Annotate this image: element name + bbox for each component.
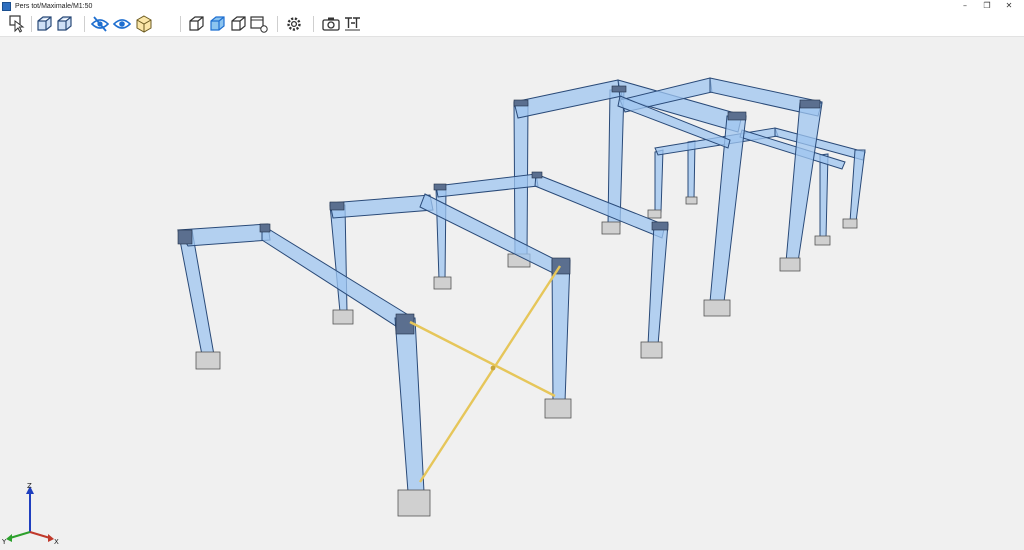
view-export-button[interactable] (249, 14, 269, 34)
toolbar-separator (84, 16, 85, 32)
select-view-button[interactable] (7, 14, 27, 34)
camera-button[interactable] (321, 14, 341, 34)
cube-wireframe-alt-icon (57, 16, 72, 31)
3d-viewport[interactable]: .mem { fill:#9fc6f0; fill-opacity:0.75; … (0, 37, 1024, 550)
toolbar-separator (277, 16, 278, 32)
text-tool-button[interactable] (343, 14, 363, 34)
app-icon (2, 1, 11, 11)
toolbar (0, 12, 1024, 37)
view-front-button[interactable] (207, 14, 227, 34)
show-button[interactable] (112, 14, 132, 34)
cube-side-icon (231, 16, 246, 31)
cube-render-icon (136, 15, 152, 33)
select-view-icon (9, 15, 25, 33)
cube-wireframe-icon (37, 16, 52, 31)
frame-far-right (647, 127, 866, 246)
eye-icon (112, 19, 132, 29)
window-title: Pers tot/Maximale/M1:50 (15, 2, 93, 10)
axis-triad: Z Y X (1, 482, 59, 546)
render-button[interactable] (134, 14, 154, 34)
close-button[interactable]: ✕ (998, 0, 1020, 12)
hide-button[interactable] (90, 14, 110, 34)
cube-wire-button[interactable] (34, 14, 54, 34)
camera-icon (322, 17, 340, 31)
toolbar-separator (313, 16, 314, 32)
title-bar: Pers tot/Maximale/M1:50 – ❐ ✕ (0, 0, 1024, 12)
frame-front (177, 223, 572, 517)
cube-wire-alt-button[interactable] (54, 14, 74, 34)
axis-z-label: Z (27, 482, 32, 490)
toolbar-separator (31, 16, 32, 32)
eye-slash-icon (90, 16, 110, 32)
minimize-button[interactable]: – (954, 0, 976, 12)
view-iso-button[interactable] (186, 14, 206, 34)
axis-x-label: X (54, 538, 59, 546)
gear-icon (287, 17, 301, 31)
settings-button[interactable] (284, 14, 304, 34)
maximize-button[interactable]: ❐ (976, 0, 998, 12)
cube-iso-icon (189, 16, 204, 31)
text-tool-icon (345, 17, 360, 31)
view-side-button[interactable] (228, 14, 248, 34)
x-bracing (409, 265, 562, 483)
toolbar-separator (180, 16, 181, 32)
window-controls: – ❐ ✕ (954, 0, 1020, 12)
cube-front-icon (210, 16, 225, 31)
view-export-icon (250, 16, 268, 33)
structure-model: .mem { fill:#9fc6f0; fill-opacity:0.75; … (177, 77, 866, 517)
axis-y-label: Y (1, 538, 7, 546)
